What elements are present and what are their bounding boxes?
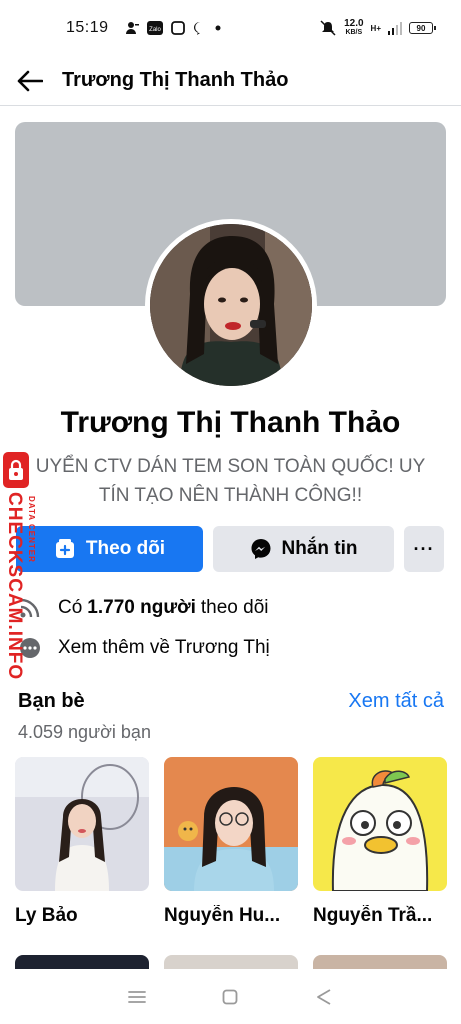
user-notification-icon [125,22,139,34]
friend-photo-image [15,757,149,891]
network-speed: 12.0 KB/S [344,19,363,37]
messenger-notification-icon [193,22,200,35]
svg-text:Zalo: Zalo [149,27,161,33]
friend-card[interactable]: Nguyễn Trầ... [313,757,447,927]
network-speed-value: 12.0 [344,18,364,29]
friend-name: Ly Bảo [15,905,78,926]
battery-icon: 90 [409,22,436,34]
battery-level: 90 [416,23,426,33]
friends-header: Bạn bè Xem tất cả [18,690,444,713]
status-notification-icons: Zalo [125,21,221,35]
see-more-about-label: Xem thêm về Trương Thị [58,637,270,658]
avatar-portrait [150,224,312,386]
messenger-icon [251,539,270,559]
profile-avatar[interactable] [145,219,317,391]
watermark-text: CHECKSCAM.INFO DATA CENTER [3,492,36,680]
friend-name: Nguyễn Trầ... [313,905,433,926]
profile-actions: Theo dõi Nhắn tin ··· [16,526,446,572]
friend-card-peek[interactable] [313,955,447,969]
see-all-friends-link[interactable]: Xem tất cả [348,690,444,713]
watermark-sub: DATA CENTER [27,496,36,563]
square-icon [223,989,238,1005]
avatar-image [150,224,312,386]
back-nav-button[interactable] [309,982,339,1012]
friend-card[interactable]: Nguyễn Hu... [164,757,298,927]
more-dots-icon: ··· [413,538,435,559]
followers-prefix: Có [58,597,83,618]
message-button-label: Nhắn tin [281,538,358,559]
profile-bio: UYỂN CTV DÁN TEM SON TOÀN QUỐC! UY TÍN T… [35,456,426,506]
arrow-left-icon [17,70,43,91]
signal-type-label: H+ [370,23,381,33]
signal-icon [388,22,402,35]
header-title: Trương Thị Thanh Thảo [62,69,289,91]
more-options-button[interactable]: ··· [404,526,444,572]
see-more-about-row[interactable]: Xem thêm về Trương Thị [16,634,270,662]
app-header: Trương Thị Thanh Thảo [0,56,461,106]
home-button[interactable] [215,982,245,1012]
friends-title: Bạn bè [18,690,85,712]
system-nav-bar [0,970,461,1024]
friends-count: 4.059 người bạn [18,722,151,742]
profile-name: Trương Thị Thanh Thảo [60,406,401,439]
friend-photo-image [164,757,298,891]
watermark: CHECKSCAM.INFO DATA CENTER [0,452,44,680]
friend-photo [164,757,298,891]
mute-icon [320,20,336,36]
friend-photo [313,757,447,891]
message-button[interactable]: Nhắn tin [213,526,394,572]
status-bar: 15:19 Zalo 12.0 KB/S H+ 90 [0,0,461,56]
friend-card-peek[interactable] [15,955,149,969]
follow-plus-icon [55,539,74,558]
follow-button[interactable]: Theo dõi [16,526,203,572]
friend-photo [15,757,149,891]
followers-row: Có 1.770 người theo dõi [16,594,269,622]
back-button[interactable] [12,63,48,99]
status-right-icons: 12.0 KB/S H+ 90 [319,19,436,37]
status-time: 15:19 [66,19,109,36]
triangle-back-icon [317,989,331,1005]
followers-count: 1.770 người [87,597,196,618]
watermark-lock-icon [3,452,29,488]
friend-card[interactable]: Ly Bảo [15,757,149,927]
friend-photo-image [313,757,447,891]
network-speed-unit: KB/S [345,29,363,36]
recent-apps-button[interactable] [122,982,152,1012]
menu-lines-icon [127,991,146,1003]
chat-app-icon [170,21,185,35]
follow-button-label: Theo dõi [85,538,166,559]
followers-suffix: theo dõi [200,597,269,618]
watermark-main: CHECKSCAM.INFO [4,492,25,681]
friend-card-peek[interactable] [164,955,298,969]
friend-name: Nguyễn Hu... [164,905,281,926]
dot-icon [215,25,221,31]
zalo-icon: Zalo [146,21,163,35]
